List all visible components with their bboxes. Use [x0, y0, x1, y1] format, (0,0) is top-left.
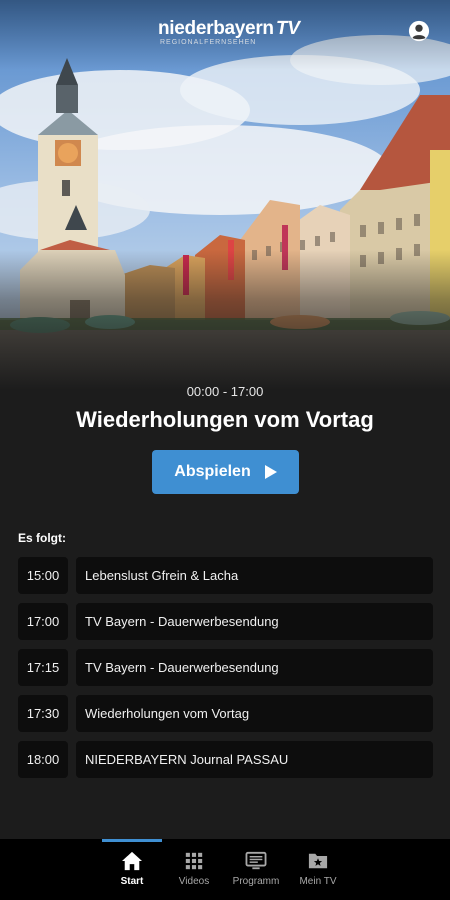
schedule-row[interactable]: 15:00 Lebenslust Gfrein & Lacha: [18, 557, 433, 594]
folder-star-icon: [308, 853, 328, 869]
play-button[interactable]: Abspielen: [152, 450, 299, 494]
account-icon[interactable]: [408, 20, 430, 42]
schedule-title: TV Bayern - Dauerwerbesendung: [76, 603, 433, 640]
schedule-time: 15:00: [18, 557, 68, 594]
schedule-time: 17:15: [18, 649, 68, 686]
play-icon: [264, 465, 277, 479]
nav-label: Programm: [232, 876, 280, 887]
logo-subtitle: REGIONALFERNSEHEN: [160, 39, 257, 46]
nav-label: Mein TV: [299, 876, 337, 887]
logo-tv: TV: [273, 18, 302, 39]
now-playing-title: Wiederholungen vom Vortag: [76, 407, 374, 432]
grid-icon: [185, 852, 203, 870]
nav-label: Videos: [178, 876, 210, 887]
logo-text: niederbayern: [158, 18, 274, 39]
nav-start[interactable]: Start: [101, 839, 163, 900]
nav-mein-tv[interactable]: Mein TV: [287, 839, 349, 900]
schedule-time: 17:30: [18, 695, 68, 732]
schedule-time: 17:00: [18, 603, 68, 640]
now-playing-time: 00:00 - 17:00: [186, 384, 264, 399]
nav-label: Start: [120, 876, 144, 887]
schedule-row[interactable]: 17:15 TV Bayern - Dauerwerbesendung: [18, 649, 433, 686]
schedule-time: 18:00: [18, 741, 68, 778]
nav-programm[interactable]: Programm: [225, 839, 287, 900]
schedule-title: TV Bayern - Dauerwerbesendung: [76, 649, 433, 686]
home-icon: [122, 851, 142, 871]
schedule-title: Lebenslust Gfrein & Lacha: [76, 557, 433, 594]
schedule-row[interactable]: 17:00 TV Bayern - Dauerwerbesendung: [18, 603, 433, 640]
tv-guide-icon: [245, 851, 267, 870]
nav-videos[interactable]: Videos: [163, 839, 225, 900]
schedule-row[interactable]: 18:00 NIEDERBAYERN Journal PASSAU: [18, 741, 433, 778]
schedule-title: NIEDERBAYERN Journal PASSAU: [76, 741, 433, 778]
bottom-nav: Start Videos Programm Mein TV: [0, 839, 450, 900]
schedule-row[interactable]: 17:30 Wiederholungen vom Vortag: [18, 695, 433, 732]
schedule-heading: Es folgt:: [18, 531, 66, 545]
app-logo: niederbayernTV: [158, 18, 302, 40]
schedule-title: Wiederholungen vom Vortag: [76, 695, 433, 732]
schedule-list: 15:00 Lebenslust Gfrein & Lacha 17:00 TV…: [18, 557, 433, 787]
play-button-label: Abspielen: [174, 463, 251, 480]
top-bar: niederbayernTV REGIONALFERNSEHEN: [0, 0, 450, 62]
now-playing: 00:00 - 17:00 Wiederholungen vom Vortag: [0, 384, 450, 433]
